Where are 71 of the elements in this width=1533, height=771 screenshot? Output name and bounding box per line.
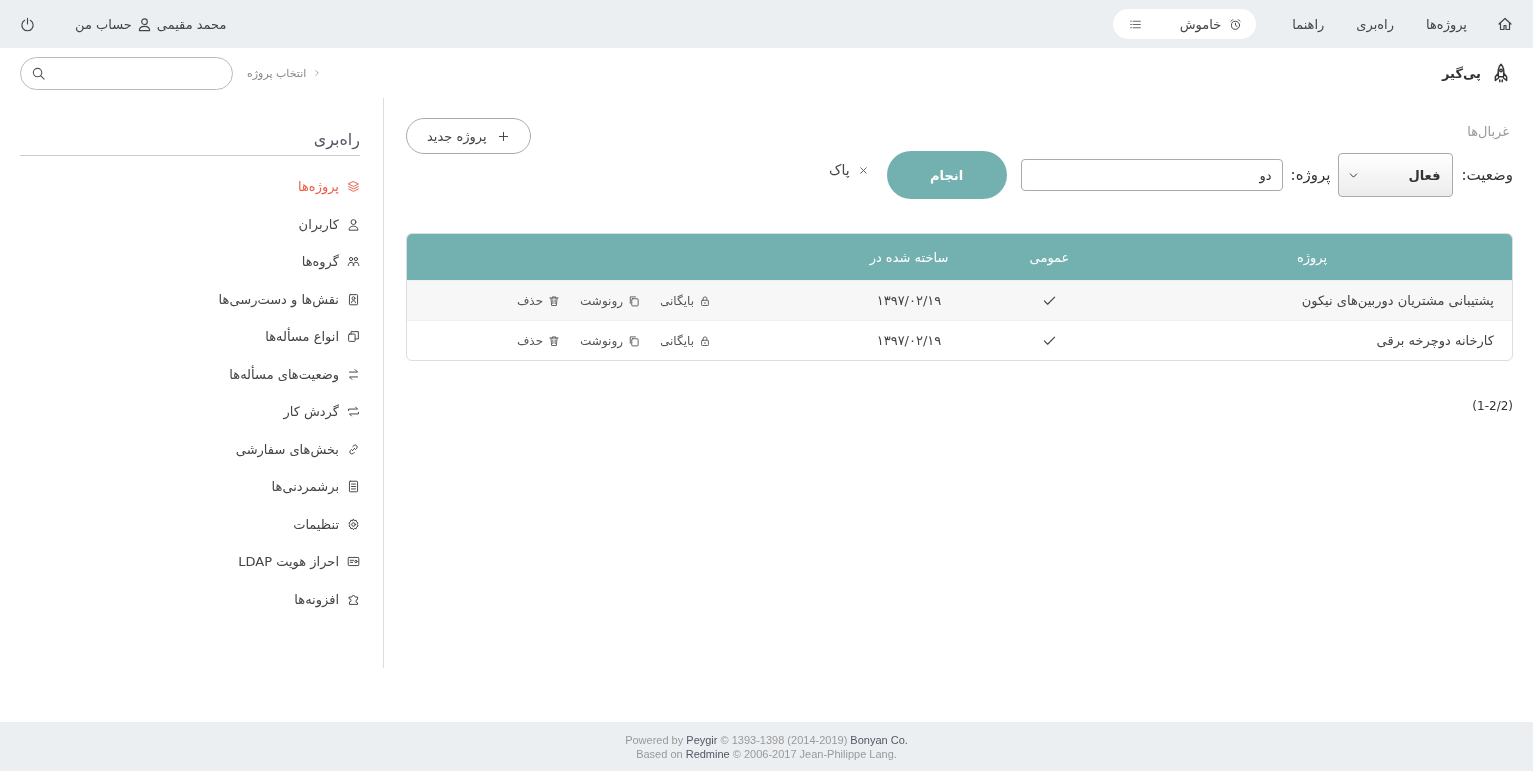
sidebar-item[interactable]: نقش‌ها و دست‌رسی‌ها (20, 280, 360, 318)
copy-icon (628, 334, 641, 347)
footer-text: Based on Redmine © 2006-2017 Jean-Philippe Lang. (636, 746, 897, 761)
close-icon (857, 164, 869, 176)
created-date-cell-text: ۱۳۹۷/۰۲/۱۹ (875, 333, 943, 348)
row-action-link[interactable]: حذف (516, 293, 561, 308)
puzzle-icon (347, 592, 360, 606)
swap-arrows-icon (347, 367, 360, 381)
id-badge-icon (347, 292, 360, 306)
home-icon (1497, 16, 1513, 32)
sidebar-item[interactable]: انواع مسأله‌ها (20, 318, 360, 356)
search-icon (31, 65, 46, 81)
filters-legend: غربال‌ها (828, 124, 1509, 139)
row-action-link[interactable]: بایگانی (660, 333, 711, 348)
files-icon (347, 330, 360, 344)
project-filter-field[interactable]: دو (1020, 159, 1283, 191)
sidebar-item[interactable]: برشمردنی‌ها (20, 468, 360, 506)
footer-text: Powered by Peygir © 1393-1398 (2014-2019) Bonyan Co. (625, 732, 908, 747)
row-action-link[interactable]: رونوشت (580, 293, 641, 308)
app-logo-text: پی‌گیر (1442, 65, 1481, 81)
footer-link[interactable]: Redmine (685, 747, 730, 760)
menu-link[interactable]: راهنما (1292, 16, 1325, 32)
new-project-button[interactable]: پروژه جدید (406, 118, 531, 154)
row-action-link[interactable]: رونوشت (580, 333, 641, 348)
sidebar-item[interactable]: افزونه‌ها (20, 580, 360, 618)
sidebar-item[interactable]: گروه‌ها (20, 243, 360, 281)
sidebar-item[interactable]: احراز هویت LDAP (20, 543, 360, 581)
row-action-link[interactable]: حذف (516, 333, 561, 348)
user-icon (136, 16, 152, 32)
copy-icon (628, 294, 641, 307)
list-document-icon (347, 480, 360, 494)
account-link[interactable]: حساب من (75, 16, 132, 32)
pagination-text: (1-2/2) (1471, 399, 1513, 413)
menu-link[interactable]: راه‌بری (1356, 16, 1394, 32)
trash-icon (548, 294, 561, 307)
column-header: پروژه (1295, 249, 1329, 265)
project-label: پروژه: (1290, 166, 1331, 184)
column-header: عمومی (1028, 249, 1071, 265)
id-card-icon (347, 555, 360, 569)
row-action-link[interactable]: بایگانی (660, 293, 711, 308)
project-name-cell[interactable]: کارخانه دوچرخه برقی (1112, 333, 1512, 348)
project-selector-link[interactable]: انتخاب پروژه (247, 66, 307, 80)
users-icon (347, 255, 360, 269)
sidebar-title: راه‌بری (20, 130, 360, 156)
sidebar-item[interactable]: بخش‌های سفارشی (20, 430, 360, 468)
status-label: وضعیت: (1461, 166, 1513, 184)
sidebar-item[interactable]: کاربران (20, 205, 360, 243)
user-name: محمد مقیمی (156, 16, 227, 32)
plus-icon (496, 129, 510, 143)
lock-icon (699, 294, 711, 307)
timer-button[interactable]: خاموش (1112, 9, 1257, 39)
status-select[interactable]: فعال (1338, 153, 1454, 197)
cycle-arrows-icon (347, 405, 360, 419)
settings-icon (347, 517, 360, 531)
project-name-cell[interactable]: پشتیبانی مشتریان دوربین‌های نیکون (1112, 293, 1512, 308)
sidebar-item[interactable]: وضعیت‌های مسأله‌ها (20, 355, 360, 393)
alarm-clock-icon (1229, 17, 1243, 31)
column-header: ساخته شده در (868, 249, 950, 265)
menu-link[interactable]: پروژه‌ها (1426, 16, 1467, 32)
clear-link[interactable]: پاک (828, 162, 869, 178)
footer-link[interactable]: Bonyan Co. (850, 733, 908, 746)
sidebar-item[interactable]: گردش کار (20, 393, 360, 431)
link-icon (347, 442, 360, 456)
footer-link[interactable]: Peygir (686, 733, 718, 746)
created-date-cell-text: ۱۳۹۷/۰۲/۱۹ (875, 293, 943, 308)
lock-icon (699, 334, 711, 347)
power-icon (20, 16, 35, 32)
user-icon (347, 217, 360, 231)
sidebar-item[interactable]: تنظیمات (20, 505, 360, 543)
layers-icon (347, 180, 360, 194)
trash-icon (548, 334, 561, 347)
